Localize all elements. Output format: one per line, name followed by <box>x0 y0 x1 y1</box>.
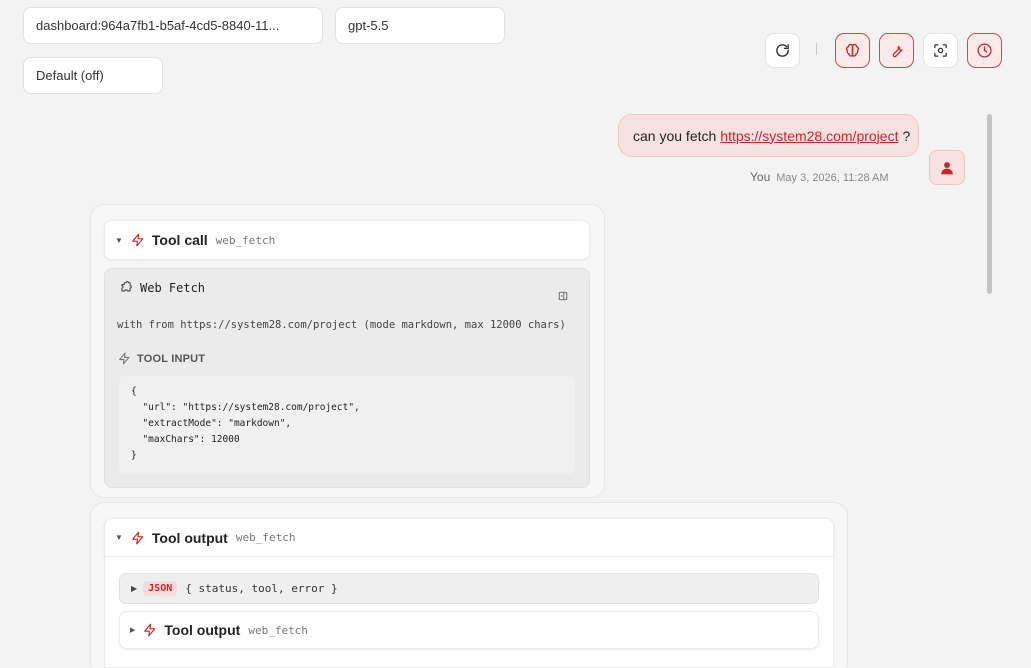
panel-icon <box>558 291 568 301</box>
message-link[interactable]: https://system28.com/project <box>720 128 898 144</box>
refresh-button[interactable] <box>765 33 800 68</box>
clock-icon <box>977 43 992 58</box>
code-line: "maxChars": 12000 <box>131 434 240 445</box>
bolt-icon <box>119 352 130 365</box>
message-text-end: ? <box>902 127 911 144</box>
tool-input-heading: TOOL INPUT <box>118 352 205 365</box>
collapse-toggle-icon: ▼ <box>115 533 123 542</box>
wrench-icon <box>892 45 903 58</box>
toolbar-separator <box>816 43 817 55</box>
session-select[interactable]: dashboard:964a7fb1-b5af-4cd5-8840-11... <box>23 7 323 44</box>
user-message-bubble: can you fetch https://system28.com/proje… <box>618 114 919 157</box>
bolt-icon <box>144 623 156 637</box>
web-fetch-title-row: Web Fetch <box>119 281 205 295</box>
tool-input-label: TOOL INPUT <box>137 352 206 365</box>
json-badge: JSON <box>143 581 178 596</box>
message-timestamp: May 3, 2026, 11:28 AM <box>776 172 889 184</box>
expand-toggle-icon: ▶ <box>130 627 136 634</box>
bolt-icon <box>132 233 144 247</box>
model-select[interactable]: gpt-5.5 <box>335 7 505 44</box>
expand-toggle-icon: ▶ <box>131 584 138 593</box>
tool-output-header[interactable]: ▼ Tool output web_fetch <box>104 518 834 557</box>
thinking-select[interactable]: Default (off) <box>23 57 163 94</box>
tool-output-title: Tool output <box>151 529 228 546</box>
code-line: "extractMode": "markdown", <box>131 418 292 429</box>
focus-icon <box>934 44 947 57</box>
code-line: { <box>131 386 137 397</box>
history-button[interactable] <box>967 33 1002 68</box>
web-fetch-title: Web Fetch <box>140 281 206 295</box>
user-icon <box>941 161 953 174</box>
tool-output-name: web_fetch <box>235 531 296 544</box>
json-summary-row[interactable]: ▶ JSON { status, tool, error } <box>119 573 819 604</box>
focus-button[interactable] <box>923 33 958 68</box>
tool-call-summary: with from https://system28.com/project (… <box>117 319 566 331</box>
message-text: can you fetch <box>633 127 717 144</box>
message-meta: You May 3, 2026, 11:28 AM <box>750 170 889 184</box>
scrollbar-thumb[interactable] <box>987 114 992 294</box>
json-summary: { status, tool, error } <box>185 582 338 595</box>
nested-tool-output-header[interactable]: ▶ Tool output web_fetch <box>119 611 819 649</box>
tools-toggle-button[interactable] <box>879 33 914 68</box>
collapse-toggle-icon: ▼ <box>115 235 123 245</box>
brain-icon <box>845 43 860 57</box>
tool-call-name: web_fetch <box>215 233 276 247</box>
thinking-toggle-button[interactable] <box>835 33 870 68</box>
tool-call-header[interactable]: ▼ Tool call web_fetch <box>104 220 590 260</box>
user-avatar <box>929 150 965 185</box>
tool-call-body: Web Fetch with from https://system28.com… <box>104 268 590 488</box>
code-line: "url": "https://system28.com/project", <box>131 402 360 413</box>
refresh-icon <box>776 44 789 57</box>
message-author: You <box>750 170 771 184</box>
code-line: } <box>131 450 137 461</box>
bolt-icon <box>132 531 144 544</box>
expand-panel-button[interactable] <box>558 288 568 306</box>
tool-call-title: Tool call <box>151 232 208 248</box>
puzzle-icon <box>121 281 132 292</box>
nested-tool-output-title: Tool output <box>164 622 241 638</box>
nested-tool-output-name: web_fetch <box>248 623 308 637</box>
tool-input-code: { "url": "https://system28.com/project",… <box>119 376 575 474</box>
